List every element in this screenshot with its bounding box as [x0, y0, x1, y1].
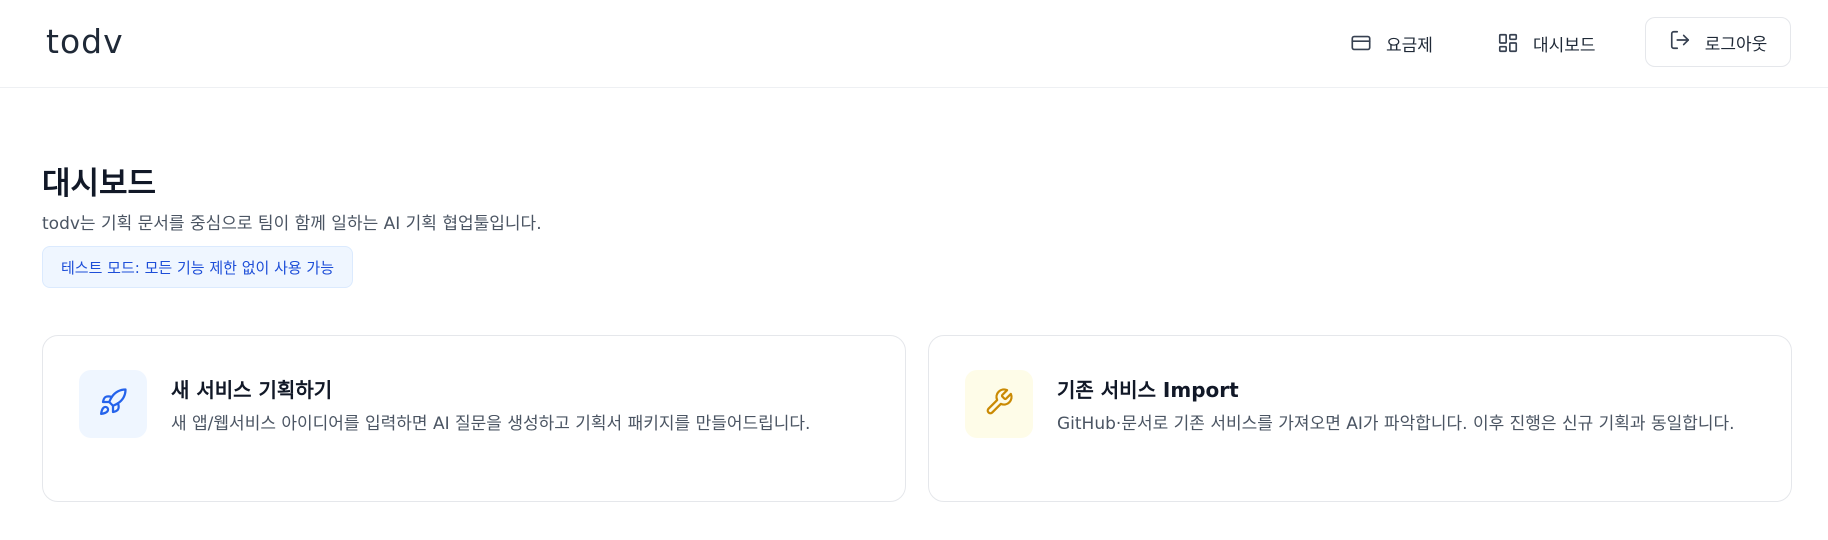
wrench-icon	[984, 387, 1014, 421]
top-header: todv 요금제 대시보드 로그아웃	[0, 0, 1828, 88]
wrench-icon-container	[965, 370, 1033, 438]
logout-label: 로그아웃	[1704, 34, 1768, 55]
test-mode-badge: 테스트 모드: 모든 기능 제한 없이 사용 가능	[42, 246, 354, 288]
nav-pricing-label: 요금제	[1386, 35, 1433, 56]
page-description: todv는 기획 문서를 중심으로 팀이 함께 일하는 AI 기획 협업툴입니다…	[42, 214, 542, 234]
credit-card-icon	[1350, 32, 1372, 54]
dashboard-grid-icon	[1497, 32, 1519, 54]
rocket-icon-container	[79, 370, 147, 438]
nav-dashboard[interactable]: 대시보드	[1497, 18, 1596, 68]
page-title: 대시보드	[42, 166, 157, 202]
logo[interactable]: todv	[46, 22, 124, 61]
new-service-card[interactable]: 새 서비스 기획하기 새 앱/웹서비스 아이디어를 입력하면 AI 질문을 생성…	[42, 335, 906, 502]
import-service-title: 기존 서비스 Import	[1057, 378, 1239, 402]
new-service-description: 새 앱/웹서비스 아이디어를 입력하면 AI 질문을 생성하고 기획서 패키지를…	[171, 414, 811, 434]
nav-pricing[interactable]: 요금제	[1350, 18, 1433, 68]
import-service-card[interactable]: 기존 서비스 Import GitHub·문서로 기존 서비스를 가져오면 AI…	[928, 335, 1792, 502]
logout-button[interactable]: 로그아웃	[1645, 17, 1791, 67]
nav-dashboard-label: 대시보드	[1533, 35, 1596, 56]
import-service-description: GitHub·문서로 기존 서비스를 가져오면 AI가 파악합니다. 이후 진행…	[1057, 414, 1735, 434]
new-service-title: 새 서비스 기획하기	[171, 378, 333, 402]
logout-icon	[1669, 29, 1691, 56]
rocket-icon	[98, 387, 128, 421]
